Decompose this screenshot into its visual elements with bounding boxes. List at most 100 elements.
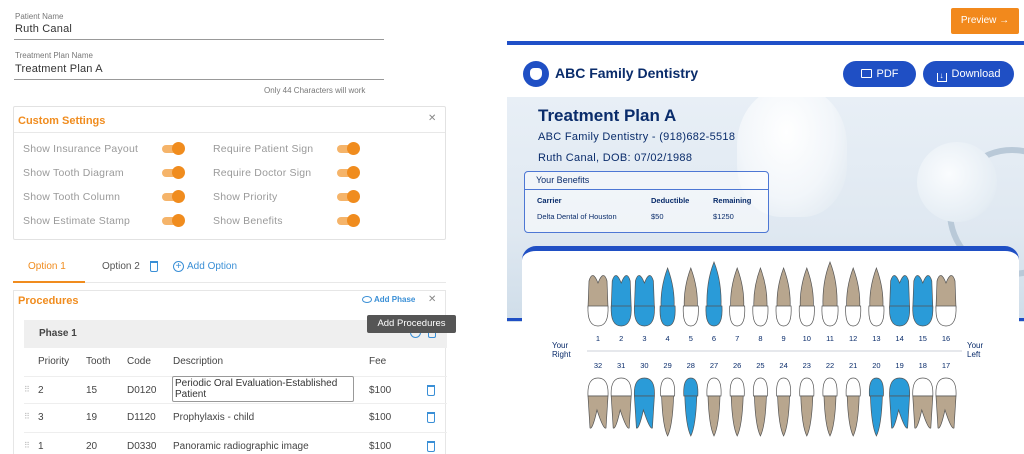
tooth-root (684, 395, 698, 437)
cell-tooth: 15 (86, 385, 98, 396)
setting-label: Show Insurance Payout (23, 143, 139, 155)
tooth-root (935, 395, 957, 429)
tooth-root (661, 395, 674, 437)
tooth-root (777, 395, 790, 437)
tooth-crown (610, 377, 632, 397)
tooth-number: 18 (919, 361, 927, 370)
custom-settings-header[interactable]: Custom Settings ✕ (14, 107, 445, 133)
setting-toggle[interactable] (162, 214, 185, 227)
phase-title: Phase 1 (39, 328, 77, 339)
procedures-collapse-icon[interactable]: ✕ (428, 295, 436, 305)
lower-tooth[interactable] (683, 377, 699, 437)
setting-toggle[interactable] (337, 142, 360, 155)
procedures-title: Procedures (18, 295, 79, 307)
plan-editor: Patient Name Ruth Canal Treatment Plan N… (0, 0, 456, 454)
lower-tooth[interactable] (935, 377, 957, 429)
lower-tooth[interactable] (706, 377, 722, 437)
tooth-root (935, 275, 957, 309)
upper-tooth[interactable] (610, 275, 632, 327)
app-root: Patient Name Ruth Canal Treatment Plan N… (0, 0, 1024, 454)
lower-tooth[interactable] (633, 377, 655, 429)
cell-tooth: 20 (86, 441, 98, 452)
setting-toggle[interactable] (337, 190, 360, 203)
tooth-crown (912, 377, 934, 397)
tooth-crown (706, 377, 722, 397)
delete-row-icon[interactable] (427, 385, 435, 396)
upper-tooth[interactable] (729, 267, 746, 327)
plan-name-input[interactable]: Treatment Plan A (15, 63, 103, 75)
upper-tooth[interactable] (752, 267, 769, 327)
upper-tooth[interactable] (798, 267, 815, 327)
tooth-chart: 1 2 3 4 5 6 7 8 9 10 11 12 13 14 15 16 32 31 30 29 28 27 26 25… (552, 261, 984, 437)
patient-name-input[interactable]: Ruth Canal (15, 23, 72, 35)
setting-label: Require Doctor Sign (213, 167, 312, 179)
plan-preview: Preview → ABC Family Dentistry PDF ↓ Down… (507, 0, 1024, 454)
lower-tooth[interactable] (822, 377, 838, 437)
active-tab-indicator (13, 281, 85, 283)
add-phase-button[interactable]: Add Phase (362, 295, 415, 304)
patient-name-underline (14, 39, 384, 40)
setting-toggle[interactable] (162, 190, 185, 203)
collapse-icon[interactable]: ✕ (428, 114, 436, 124)
lower-tooth[interactable] (752, 377, 768, 437)
upper-tooth[interactable] (912, 275, 934, 327)
column-header: Code (127, 356, 151, 367)
tooth-root (587, 395, 609, 429)
upper-tooth[interactable] (682, 267, 699, 327)
tooth-root (823, 395, 837, 437)
upper-tooth[interactable] (775, 267, 792, 327)
upper-tooth[interactable] (889, 275, 911, 327)
tooth-number: 29 (663, 361, 671, 370)
upper-tooth[interactable] (587, 275, 609, 327)
tab-option-2[interactable]: Option 2 (102, 261, 140, 272)
lower-tooth[interactable] (799, 377, 815, 437)
upper-tooth[interactable] (705, 261, 723, 327)
drag-handle-icon[interactable]: ⠿ (24, 441, 30, 450)
tooth-root (660, 267, 675, 309)
delete-option-icon[interactable] (150, 261, 158, 272)
cell-priority: 2 (38, 385, 44, 396)
tooth-crown (705, 305, 723, 327)
cell-code: D0120 (127, 385, 157, 396)
tooth-crown (633, 305, 655, 327)
tab-option-1[interactable]: Option 1 (28, 261, 66, 272)
tooth-number: 31 (617, 361, 625, 370)
setting-toggle[interactable] (162, 142, 185, 155)
upper-tooth[interactable] (935, 275, 957, 327)
tooth-root (822, 261, 838, 309)
tooth-crown (799, 377, 815, 397)
tooth-number: 21 (849, 361, 857, 370)
your-left-line2: Left (967, 350, 981, 359)
setting-label: Show Priority (213, 191, 278, 203)
lower-tooth[interactable] (845, 377, 861, 437)
tooth-number: 3 (642, 334, 646, 343)
lower-tooth[interactable] (660, 377, 676, 437)
setting-toggle[interactable] (337, 166, 360, 179)
tooth-root (912, 275, 934, 309)
upper-tooth[interactable] (868, 267, 885, 327)
upper-tooth[interactable] (659, 267, 676, 327)
lower-tooth[interactable] (587, 377, 609, 429)
setting-toggle[interactable] (162, 166, 185, 179)
description-editor[interactable]: Periodic Oral Evaluation-Established Pat… (172, 376, 354, 402)
lower-tooth[interactable] (868, 377, 884, 437)
setting-toggle[interactable] (337, 214, 360, 227)
drag-handle-icon[interactable]: ⠿ (24, 412, 30, 421)
tooth-crown (729, 377, 745, 397)
upper-tooth[interactable] (821, 261, 839, 327)
cell-fee: $100 (369, 441, 392, 452)
lower-tooth[interactable] (729, 377, 745, 437)
delete-row-icon[interactable] (427, 412, 435, 423)
delete-row-icon[interactable] (427, 441, 435, 452)
tooth-crown (587, 305, 609, 327)
lower-tooth[interactable] (889, 377, 911, 429)
lower-tooth[interactable] (776, 377, 792, 437)
upper-tooth[interactable] (845, 267, 862, 327)
lower-tooth[interactable] (912, 377, 934, 429)
lower-tooth[interactable] (610, 377, 632, 429)
drag-handle-icon[interactable]: ⠿ (24, 385, 30, 394)
add-option-button[interactable]: + Add Option (173, 261, 237, 272)
tooth-number: 9 (782, 334, 786, 343)
upper-tooth[interactable] (633, 275, 655, 327)
tooth-crown (935, 377, 957, 397)
